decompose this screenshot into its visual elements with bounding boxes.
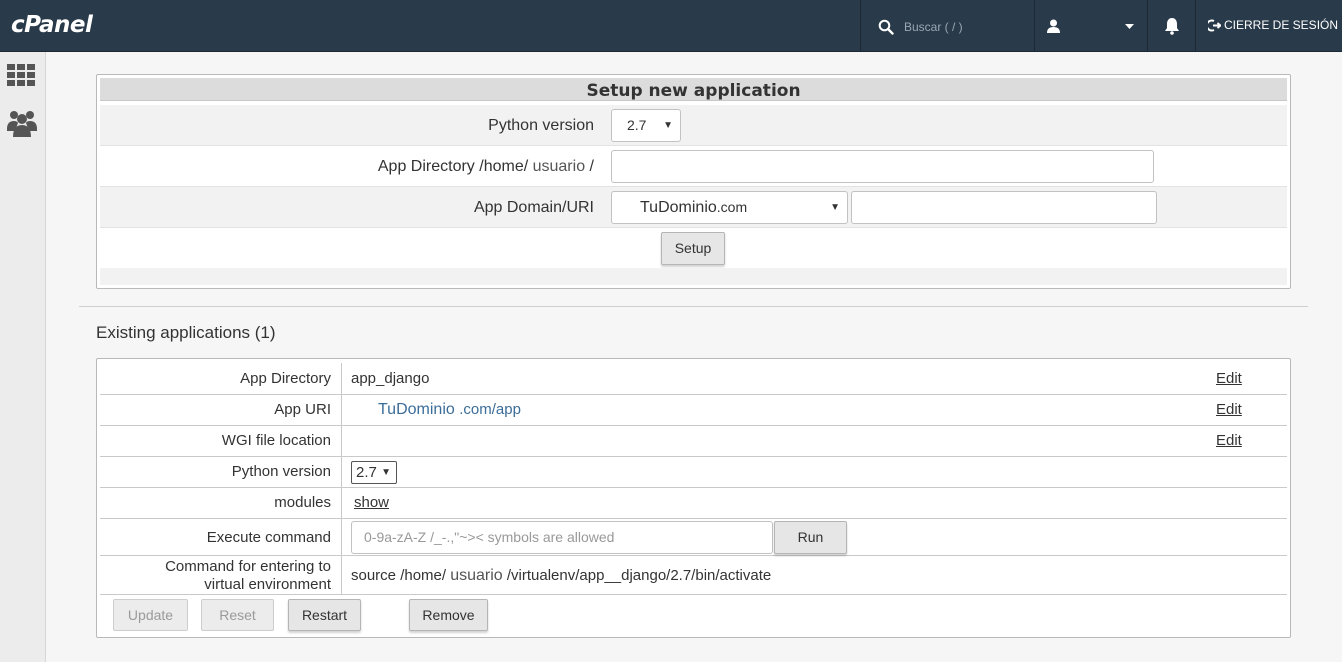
column-divider [341, 556, 342, 594]
column-divider [341, 488, 342, 518]
app-domain-label: App Domain/URI [473, 199, 594, 216]
bell-icon[interactable] [1163, 17, 1181, 35]
app-directory-value: app_django [351, 370, 430, 387]
update-button[interactable]: Update [113, 599, 188, 631]
column-divider [341, 395, 342, 425]
app-directory-row: App Directory /home/ usuario / [100, 146, 1287, 187]
app-domain-select[interactable]: TuDominio.com ▼ [611, 191, 848, 224]
venv-row: Command for entering to virtual environm… [100, 556, 1287, 595]
setup-footer [100, 268, 1287, 285]
section-divider [79, 306, 1308, 307]
app-directory-label: App Directory /home/ usuario / [377, 158, 594, 175]
app-directory-label: App Directory [240, 370, 331, 387]
modules-label: modules [274, 494, 331, 511]
python-version-row: Python version 2.7 ▼ [100, 457, 1287, 488]
column-divider [341, 457, 342, 487]
dropdown-arrow-icon: ▼ [830, 202, 840, 213]
execute-command-label: Execute command [206, 529, 331, 546]
grid-icon[interactable] [7, 64, 36, 86]
app-uri-link[interactable]: TuDominio .com/app [378, 401, 521, 419]
app-directory-input[interactable] [611, 150, 1154, 183]
python-version-select[interactable]: 2.7 ▼ [611, 109, 681, 142]
logout-icon [1208, 19, 1221, 31]
setup-button-row: Setup [100, 228, 1287, 268]
edit-directory-link[interactable]: Edit [1216, 370, 1242, 387]
wgi-label: WGI file location [221, 432, 331, 449]
python-version-label: Python version [488, 117, 594, 134]
modules-show-link[interactable]: show [354, 494, 389, 511]
modules-row: modules show [100, 488, 1287, 519]
python-version-row: Python version 2.7 ▼ [100, 105, 1287, 146]
search-placeholder: Buscar ( / ) [904, 20, 963, 34]
edit-wgi-link[interactable]: Edit [1216, 432, 1242, 449]
venv-command: source /home/ usuario /virtualenv/app__d… [351, 567, 772, 584]
execute-command-input[interactable]: 0-9a-zA-Z /_-.,"~>< symbols are allowed [351, 521, 773, 554]
app-uri-row: App URI TuDominio .com/app Edit [100, 395, 1287, 426]
app-domain-row: App Domain/URI TuDominio.com ▼ [100, 187, 1287, 228]
caret-down-icon [1125, 24, 1134, 29]
python-version-value: 2.7 [627, 117, 647, 133]
logout-button[interactable]: CIERRE DE SESIÓN [1208, 18, 1338, 32]
domain-name: TuDominio [640, 199, 717, 216]
divider [1034, 0, 1035, 52]
dropdown-arrow-icon: ▼ [663, 120, 673, 131]
python-version-label: Python version [231, 463, 331, 480]
cpanel-logo[interactable]: cPanel [11, 12, 93, 38]
divider [1147, 0, 1148, 52]
column-divider [341, 426, 342, 456]
setup-title: Setup new application [100, 78, 1287, 101]
app-uri-label: App URI [274, 401, 331, 418]
run-button[interactable]: Run [774, 521, 847, 554]
python-version-select[interactable]: 2.7 ▼ [351, 461, 397, 484]
column-divider [341, 363, 342, 394]
users-icon[interactable] [7, 109, 37, 137]
remove-button[interactable]: Remove [409, 599, 488, 631]
domain-tld: .com [716, 199, 748, 215]
edit-uri-link[interactable]: Edit [1216, 401, 1242, 418]
setup-panel: Setup new application Python version 2.7… [96, 74, 1291, 289]
logout-label: CIERRE DE SESIÓN [1224, 18, 1339, 32]
app-uri-input[interactable] [851, 191, 1157, 224]
user-icon [1047, 19, 1060, 33]
top-bar: cPanel Buscar ( / ) CIERRE DE SESIÓN [0, 0, 1342, 52]
execute-command-row: Execute command 0-9a-zA-Z /_-.,"~>< symb… [100, 519, 1287, 556]
sidebar [0, 52, 46, 662]
search-icon [878, 19, 894, 35]
column-divider [341, 519, 342, 555]
venv-label: Command for entering to virtual environm… [165, 558, 331, 593]
app-directory-row: App Directory app_django Edit [100, 363, 1287, 395]
search-box[interactable]: Buscar ( / ) [878, 17, 1028, 37]
wgi-row: WGI file location Edit [100, 426, 1287, 457]
user-menu[interactable] [1047, 18, 1137, 34]
python-version-value: 2.7 [356, 464, 377, 481]
existing-apps-title: Existing applications (1) [96, 323, 276, 342]
reset-button[interactable]: Reset [201, 599, 274, 631]
setup-button[interactable]: Setup [661, 232, 725, 265]
existing-apps-panel: App Directory app_django Edit App URI Tu… [96, 358, 1291, 638]
divider [860, 0, 861, 52]
restart-button[interactable]: Restart [288, 599, 361, 631]
divider [1195, 0, 1196, 52]
dropdown-arrow-icon: ▼ [381, 467, 391, 478]
